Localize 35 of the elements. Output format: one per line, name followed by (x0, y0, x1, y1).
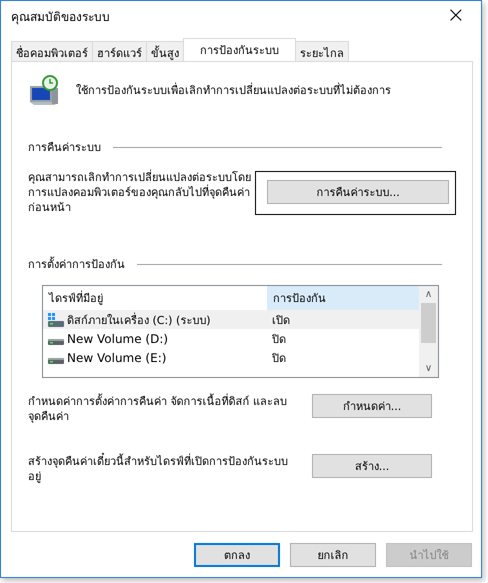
computer-restore-icon (28, 74, 60, 106)
drive-row[interactable]: New Volume (D:) ปิด (43, 329, 419, 348)
drive-row[interactable]: ดิสก์ภายในเครื่อง (C:) (ระบบ) เปิด (43, 310, 419, 329)
system-restore-button[interactable]: การคืนค่าระบบ... (267, 180, 449, 204)
window-title: คุณสมบัติของระบบ (11, 8, 110, 26)
intro-text: ใช้การป้องกันระบบเพื่อเลิกทำการเปลี่ยนแปลงต่อระบบที่ไม่ต้องการ (76, 82, 391, 99)
close-button[interactable]: × (442, 5, 469, 27)
create-button[interactable]: สร้าง... (312, 454, 432, 478)
drive-name: ดิสก์ภายในเครื่อง (C:) (ระบบ) (67, 312, 211, 328)
dialog-button[interactable]: ยกเลิก (290, 543, 376, 567)
tab[interactable]: ฮาร์ดแวร์ (92, 41, 147, 61)
system-drive-icon (48, 312, 64, 326)
protection-status: เปิด (271, 312, 290, 328)
tab[interactable]: ระยะไกล (295, 41, 349, 61)
drive-name: New Volume (D:) (67, 332, 168, 346)
protection-status: ปิด (271, 332, 286, 348)
tab[interactable]: ชื่อคอมพิวเตอร์ (11, 41, 93, 61)
drive-row[interactable]: New Volume (E:) ปิด (43, 348, 419, 367)
scrollbar[interactable]: ∧ ∨ (419, 286, 438, 377)
column-header[interactable]: การป้องกัน (267, 286, 419, 310)
scroll-up-button[interactable]: ∧ (424, 286, 432, 303)
dialog-button[interactable]: ตกลง (194, 543, 280, 567)
drive-name: New Volume (E:) (67, 350, 166, 364)
configure-button[interactable]: กำหนดค่า... (312, 394, 432, 418)
restore-description: คุณสามารถเลิกทำการเปลี่ยนแปลงต่อระบบโดยการแปลงคอมพิวเตอร์ของคุณกลับไปที่จุดคืนค่าก่อนหน้า (28, 170, 251, 215)
tab[interactable]: ขั้นสูง (146, 41, 184, 61)
group-heading: การตั้งค่าการป้องกัน (28, 256, 125, 273)
group-heading: การคืนค่าระบบ (28, 140, 101, 156)
scroll-down-button[interactable]: ∨ (424, 360, 432, 377)
drive-icon (48, 338, 64, 344)
column-header[interactable]: ไดรฟ์ที่มีอยู่ (43, 286, 267, 310)
create-description: สร้างจุดคืนค่าเดี๋ยวนี้สำหรับไดรฟ์ที่เปิดการป้องกันระบบอยู่ (28, 454, 292, 484)
configure-description: กำหนดค่าการตั้งค่าการคืนค่า จัดการเนื้อที่ดิสก์ และลบจุดคืนค่า (28, 394, 288, 424)
drive-icon (48, 358, 64, 364)
protection-status: ปิด (271, 350, 286, 366)
